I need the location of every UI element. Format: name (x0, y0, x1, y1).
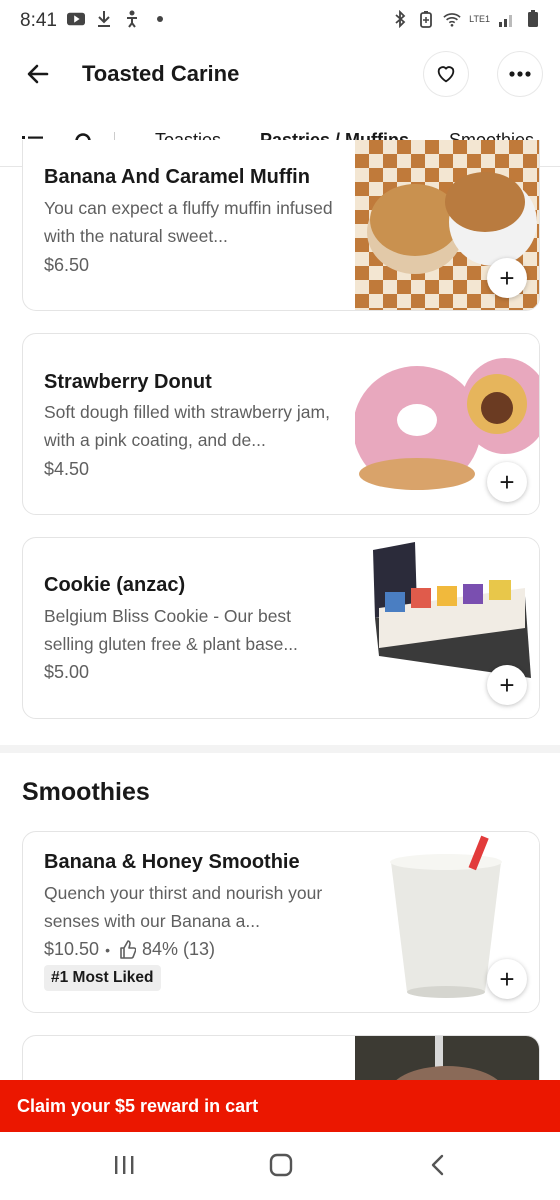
store-header: Toasted Carine (0, 40, 560, 110)
item-price: $4.50 (44, 459, 90, 479)
lte-label: LTE1 (469, 14, 490, 24)
youtube-icon (67, 12, 85, 26)
heart-icon (437, 66, 455, 83)
add-to-cart-button[interactable]: + (487, 462, 527, 502)
back-nav-icon[interactable] (428, 1152, 448, 1178)
item-name: Cookie (anzac) (44, 574, 186, 596)
item-description: Quench your thirst and nourish your sens… (44, 883, 323, 931)
dot-icon (157, 16, 163, 22)
item-description: You can expect a fluffy muffin infused w… (44, 198, 333, 246)
bluetooth-icon (395, 10, 406, 28)
add-to-cart-button[interactable]: + (487, 258, 527, 298)
item-price: $10.50 (44, 939, 100, 959)
reward-banner-text: Claim your $5 reward in cart (17, 1096, 259, 1116)
more-dots-icon (509, 71, 531, 77)
item-price: $6.50 (44, 255, 90, 275)
item-description: Belgium Bliss Cookie - Our best selling … (44, 606, 298, 654)
item-description: Soft dough filled with strawberry jam, w… (44, 402, 330, 450)
status-icons-left (67, 10, 169, 28)
status-bar: 8:41 LTE1 (0, 0, 560, 40)
item-name: Banana & Honey Smoothie (44, 851, 300, 873)
back-button[interactable] (16, 52, 60, 96)
menu-item-card[interactable]: Banana And Caramel Muffin You can expect… (22, 140, 540, 311)
claim-reward-banner[interactable]: Claim your $5 reward in cart (0, 1080, 560, 1132)
status-icons-right: LTE1 (391, 10, 542, 28)
item-price: $5.00 (44, 662, 90, 682)
item-price-row: $10.50 • 84% (13) (44, 939, 215, 960)
page-title: Toasted Carine (82, 61, 240, 86)
battery-icon (528, 10, 538, 27)
add-to-cart-button[interactable]: + (487, 665, 527, 705)
section-divider (0, 745, 560, 753)
menu-item-card[interactable]: Banana & Honey Smoothie Quench your thir… (22, 831, 540, 1013)
menu-item-card[interactable]: Strawberry Donut Soft dough filled with … (22, 333, 540, 515)
item-name: Strawberry Donut (44, 371, 212, 393)
battery-saver-icon (420, 11, 433, 28)
menu-item-card[interactable]: Cookie (anzac) Belgium Bliss Cookie - Ou… (22, 537, 540, 719)
thumbs-up-icon (120, 940, 136, 959)
favorite-button[interactable] (424, 52, 468, 96)
lte-signal-icon (499, 15, 512, 27)
wifi-icon (443, 13, 461, 27)
most-liked-badge: #1 Most Liked (44, 965, 161, 991)
download-icon (98, 11, 110, 27)
system-nav-bar (0, 1132, 560, 1200)
item-name: Banana And Caramel Muffin (44, 166, 310, 188)
recent-apps-icon[interactable] (112, 1152, 136, 1178)
home-icon[interactable] (268, 1152, 294, 1178)
arrow-left-icon (27, 64, 49, 84)
add-to-cart-button[interactable]: + (487, 959, 527, 999)
accessibility-icon (127, 10, 137, 28)
item-rating: 84% (13) (141, 939, 216, 959)
more-options-button[interactable] (498, 52, 542, 96)
price-separator: • (105, 941, 110, 958)
status-time: 8:41 (20, 10, 57, 31)
section-title-smoothies: Smoothies (22, 778, 150, 806)
